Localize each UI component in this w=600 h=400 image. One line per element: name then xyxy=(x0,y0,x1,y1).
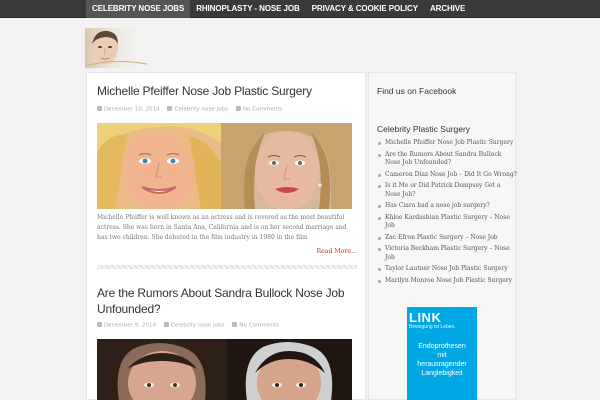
ad-copy-line: herausragender xyxy=(417,361,467,368)
comments-icon xyxy=(235,106,241,111)
comments-icon xyxy=(232,322,238,327)
post-date: December 10, 2014 xyxy=(104,106,160,113)
main-content: Michelle Pfeiffer Nose Job Plastic Surge… xyxy=(86,72,366,400)
nav-privacy-cookie-policy[interactable]: PRIVACY & COOKIE POLICY xyxy=(306,0,424,18)
sidebar-link[interactable]: Marilyn Monroe Nose Job Plastic Surgery xyxy=(377,277,517,285)
post-category[interactable]: Celebrity nose jobs xyxy=(171,323,225,329)
ad-copy-line: Langlebigkeit xyxy=(421,370,463,377)
ad-logo: LINK xyxy=(409,310,442,325)
sidebar-link[interactable]: Is it Me or Did Patrick Dempsey Get a No… xyxy=(377,182,517,199)
calendar-icon xyxy=(97,106,102,111)
nav-archive[interactable]: ARCHIVE xyxy=(424,0,471,18)
read-more-link[interactable]: Read More... xyxy=(316,248,357,255)
nav-rhinoplasty-nose-job[interactable]: RHINOPLASTY - NOSE JOB xyxy=(190,0,305,18)
post-meta: December 9, 2014 Celebrity nose jobs No … xyxy=(97,322,279,329)
folder-icon xyxy=(167,106,173,111)
ad-copy-line: mit xyxy=(437,352,447,359)
facebook-widget-heading: Find us on Facebook xyxy=(377,86,457,96)
post-title[interactable]: Are the Rumors About Sandra Bullock Nose… xyxy=(97,285,365,317)
post-category[interactable]: Celebrity nose jobs xyxy=(174,107,228,113)
sidebar-link[interactable]: Are the Rumors About Sandra Bullock Nose… xyxy=(377,151,517,168)
ad-copy-line: Endoprothesen xyxy=(418,343,466,350)
celebrity-surgery-heading: Celebrity Plastic Surgery xyxy=(377,124,471,134)
top-nav-bar: CELEBRITY NOSE JOBS RHINOPLASTY - NOSE J… xyxy=(0,0,600,18)
advertisement-banner[interactable]: LINK Bewegung ist Leben. Endoprothesen m… xyxy=(407,307,477,400)
post-image-right[interactable] xyxy=(221,123,352,209)
sidebar-link[interactable]: Has Ciara had a nose job surgery? xyxy=(377,202,517,210)
main-menu: CELEBRITY NOSE JOBS RHINOPLASTY - NOSE J… xyxy=(86,0,471,18)
post-image-right[interactable] xyxy=(227,339,352,400)
calendar-icon xyxy=(97,322,102,327)
sidebar-link[interactable]: Zac Efron Plastic Surgery – Nose Job xyxy=(377,234,517,242)
sidebar-link[interactable]: Taylor Lautner Nose Job Plastic Surgery xyxy=(377,265,517,273)
folder-icon xyxy=(163,322,169,327)
post-image-left[interactable] xyxy=(97,123,221,209)
ad-tagline: Bewegung ist Leben. xyxy=(409,324,456,330)
post-comments[interactable]: No Comments xyxy=(239,323,279,329)
sidebar-link[interactable]: Victoria Beckham Plastic Surgery – Nose … xyxy=(377,245,517,262)
nav-celebrity-nose-jobs[interactable]: CELEBRITY NOSE JOBS xyxy=(86,0,191,18)
recent-posts-list: Michelle Pfeiffer Nose Job Plastic Surge… xyxy=(377,139,517,289)
sidebar-link[interactable]: Michelle Pfeiffer Nose Job Plastic Surge… xyxy=(377,139,517,147)
post-image-left[interactable] xyxy=(97,339,227,400)
sidebar-link[interactable]: Khloe Kardashian Plastic Surgery – Nose … xyxy=(377,214,517,231)
post-title[interactable]: Michelle Pfeiffer Nose Job Plastic Surge… xyxy=(97,83,312,99)
site-logo[interactable] xyxy=(84,28,155,68)
post-divider xyxy=(97,265,357,269)
post-comments[interactable]: No Comments xyxy=(243,107,283,113)
post-excerpt: Michelle Pfeiffer is well known as an ac… xyxy=(97,214,347,241)
post-date: December 9, 2014 xyxy=(104,322,157,329)
ad-copy: Endoprothesen mit herausragender Langleb… xyxy=(407,342,477,378)
sidebar-link[interactable]: Cameron Diaz Nose Job – Did It Go Wrong? xyxy=(377,171,517,179)
post-meta: December 10, 2014 Celebrity nose jobs No… xyxy=(97,106,283,113)
